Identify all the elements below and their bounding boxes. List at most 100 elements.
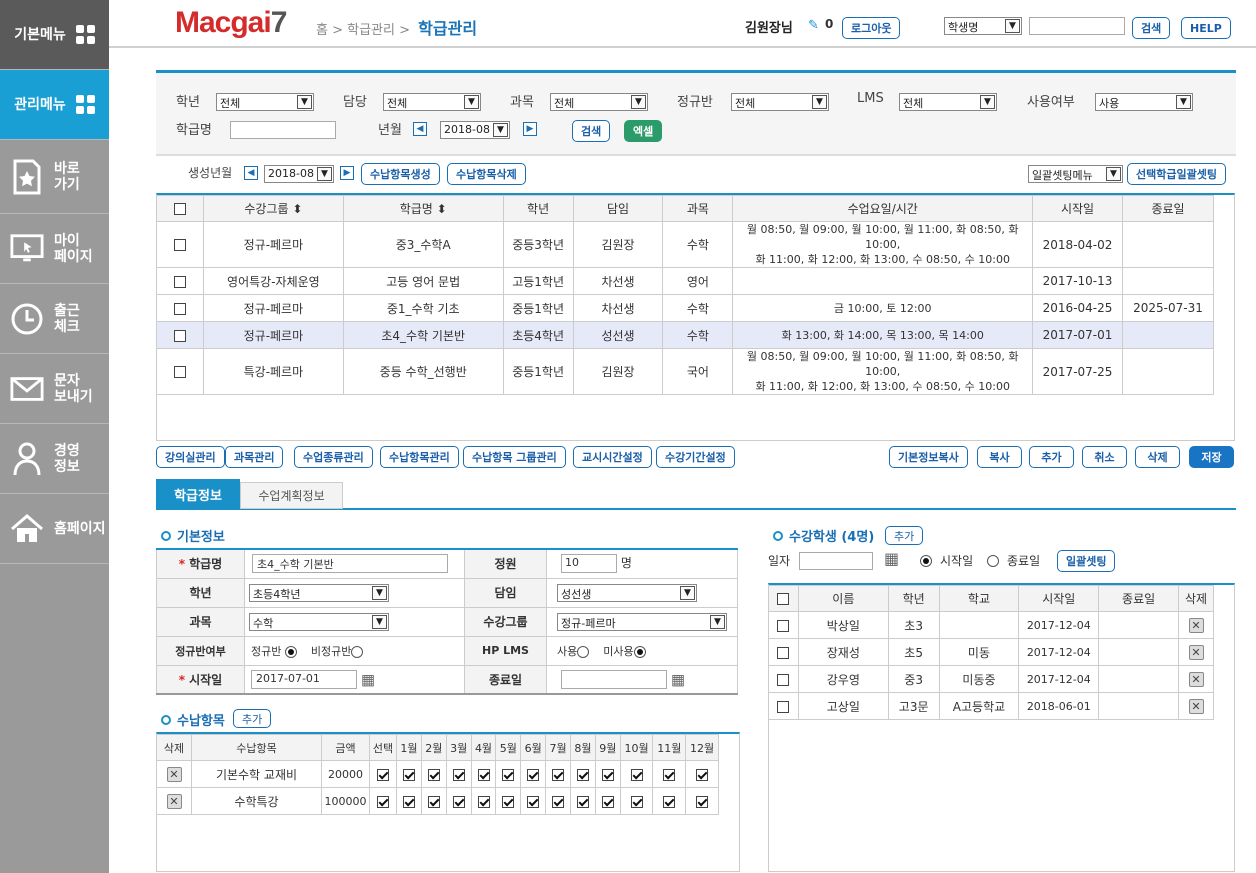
month-checkbox[interactable]: [696, 768, 709, 781]
delete-icon[interactable]: ✕: [1188, 644, 1204, 660]
search-type-select[interactable]: 학생명 ▼: [944, 17, 1022, 35]
start-date-input[interactable]: 2017-07-01: [251, 669, 357, 689]
start-date-radio[interactable]: [920, 555, 932, 567]
filter-regular-select[interactable]: 전체 ▼: [731, 93, 829, 111]
month-checkbox[interactable]: [427, 795, 440, 808]
table-row[interactable]: 정규-페르마 중1_수학 기초 중등1학년 차선생 수학 금 10:00, 토 …: [156, 294, 1214, 322]
class-name-input[interactable]: 초4_수학 기본반: [252, 554, 448, 574]
sidebar-item-homepage[interactable]: 홈페이지: [0, 494, 109, 564]
add-button[interactable]: 추가: [1029, 446, 1074, 468]
filter-month-select[interactable]: 2018-08 ▼: [440, 121, 510, 139]
logout-button[interactable]: 로그아웃: [842, 17, 901, 39]
breadcrumb-class[interactable]: 학급관리: [347, 23, 395, 38]
sidebar-item-sms[interactable]: 문자 보내기: [0, 354, 109, 424]
fee-group-manage-button[interactable]: 수납항목 그룹관리: [463, 446, 566, 468]
row-checkbox[interactable]: [173, 302, 186, 315]
row-checkbox[interactable]: [777, 673, 790, 686]
fee-manage-button[interactable]: 수납항목관리: [380, 446, 459, 468]
table-row-selected[interactable]: 정규-페르마 초4_수학 기본반 초등4학년 성선생 수학 화 13:00, 화…: [156, 321, 1214, 349]
help-button[interactable]: HELP: [1181, 17, 1231, 39]
end-date-radio[interactable]: [987, 555, 999, 567]
row-checkbox[interactable]: [173, 275, 186, 288]
row-checkbox[interactable]: [173, 329, 186, 342]
create-fee-button[interactable]: 수납항목생성: [361, 163, 440, 185]
student-date-input[interactable]: [799, 552, 873, 570]
calendar-icon[interactable]: ▦: [671, 670, 685, 688]
month-checkbox[interactable]: [601, 768, 614, 781]
table-row[interactable]: 고상일 고3문 A고등학교 2018-06-01 ✕: [768, 692, 1214, 720]
sidebar-basic-menu[interactable]: 기본메뉴: [0, 0, 109, 70]
calendar-icon[interactable]: ▦: [361, 670, 375, 688]
copy-basic-info-button[interactable]: 기본정보복사: [889, 446, 968, 468]
regular-radio[interactable]: [284, 645, 297, 658]
delete-button[interactable]: 삭제: [1135, 446, 1180, 468]
month-checkbox[interactable]: [576, 768, 589, 781]
calendar-icon[interactable]: ▦: [884, 549, 899, 568]
end-date-input[interactable]: [561, 669, 667, 689]
month-checkbox[interactable]: [576, 795, 589, 808]
tab-lesson-plan[interactable]: 수업계획정보: [240, 482, 343, 509]
select-all-checkbox[interactable]: [777, 593, 790, 605]
month-checkbox[interactable]: [452, 795, 465, 808]
subject-manage-button[interactable]: 과목관리: [225, 446, 284, 468]
delete-icon[interactable]: ✕: [166, 793, 182, 809]
bulk-menu-select[interactable]: 일괄셋팅메뉴 ▼: [1028, 165, 1123, 183]
fee-select-checkbox[interactable]: [377, 768, 389, 781]
table-row[interactable]: 박상일 초3 2017-12-04 ✕: [768, 611, 1214, 639]
teacher-select[interactable]: 성선생 ▼: [557, 583, 697, 602]
bulk-setting-button[interactable]: 선택학급일괄셋팅: [1127, 163, 1226, 185]
next-gen-month-icon[interactable]: ▶: [340, 166, 354, 180]
month-checkbox[interactable]: [527, 768, 540, 781]
sort-icon[interactable]: ⬍: [437, 202, 447, 216]
delete-icon[interactable]: ✕: [1188, 698, 1204, 714]
student-bulk-button[interactable]: 일괄셋팅: [1057, 550, 1116, 572]
month-checkbox[interactable]: [502, 795, 515, 808]
message-icon[interactable]: ✎: [808, 18, 819, 33]
month-checkbox[interactable]: [502, 768, 515, 781]
month-checkbox[interactable]: [427, 768, 440, 781]
month-checkbox[interactable]: [663, 768, 676, 781]
prev-month-icon[interactable]: ◀: [413, 122, 427, 136]
student-add-button[interactable]: 추가: [885, 526, 924, 545]
row-checkbox[interactable]: [777, 646, 790, 659]
delete-icon[interactable]: ✕: [1188, 617, 1204, 633]
row-checkbox[interactable]: [777, 700, 790, 713]
month-checkbox[interactable]: [552, 768, 565, 781]
table-row[interactable]: 특강-페르마 중등 수학_선행반 중등1학년 김원장 국어 월 08:50, 월…: [156, 348, 1214, 395]
fee-add-button[interactable]: 추가: [233, 709, 272, 728]
enroll-period-button[interactable]: 수강기간설정: [656, 446, 735, 468]
capacity-input[interactable]: 10: [561, 554, 617, 574]
class-type-manage-button[interactable]: 수업종류관리: [294, 446, 373, 468]
table-row[interactable]: 강우영 중3 미동중 2017-12-04 ✕: [768, 665, 1214, 693]
row-checkbox[interactable]: [173, 366, 186, 378]
month-checkbox[interactable]: [527, 795, 540, 808]
sidebar-item-attendance[interactable]: 출근 체크: [0, 284, 109, 354]
month-checkbox[interactable]: [477, 768, 490, 781]
search-input[interactable]: [1029, 17, 1125, 35]
save-button[interactable]: 저장: [1189, 446, 1234, 468]
period-time-button[interactable]: 교시시간설정: [573, 446, 652, 468]
lms-unuse-radio[interactable]: [633, 645, 646, 658]
next-month-icon[interactable]: ▶: [523, 122, 537, 136]
prev-gen-month-icon[interactable]: ◀: [244, 166, 258, 180]
tab-class-info[interactable]: 학급정보: [156, 479, 240, 510]
filter-manager-select[interactable]: 전체 ▼: [383, 93, 481, 111]
table-row[interactable]: 영어특강-자체운영 고등 영어 문법 고등1학년 차선생 영어 2017-10-…: [156, 267, 1214, 295]
month-checkbox[interactable]: [402, 768, 415, 781]
filter-lms-select[interactable]: 전체 ▼: [899, 93, 997, 111]
subject-select[interactable]: 수학 ▼: [249, 612, 389, 631]
filter-search-button[interactable]: 검색: [572, 120, 611, 142]
month-checkbox[interactable]: [630, 795, 643, 808]
row-checkbox[interactable]: [777, 619, 790, 632]
row-checkbox[interactable]: [173, 239, 186, 251]
filter-use-select[interactable]: 사용 ▼: [1095, 93, 1193, 111]
search-button[interactable]: 검색: [1132, 17, 1171, 39]
sidebar-item-mypage[interactable]: 마이 페이지: [0, 214, 109, 284]
lms-use-radio[interactable]: [577, 645, 590, 658]
table-row[interactable]: 정규-페르마 중3_수학A 중등3학년 김원장 수학 월 08:50, 월 09…: [156, 221, 1214, 268]
classroom-manage-button[interactable]: 강의실관리: [156, 446, 225, 468]
logo[interactable]: Macgai7: [175, 6, 287, 40]
sidebar-item-business[interactable]: 경영 정보: [0, 424, 109, 494]
grade-select[interactable]: 초등4학년 ▼: [249, 583, 389, 602]
col-group[interactable]: 수강그룹 ⬍: [202, 195, 344, 222]
